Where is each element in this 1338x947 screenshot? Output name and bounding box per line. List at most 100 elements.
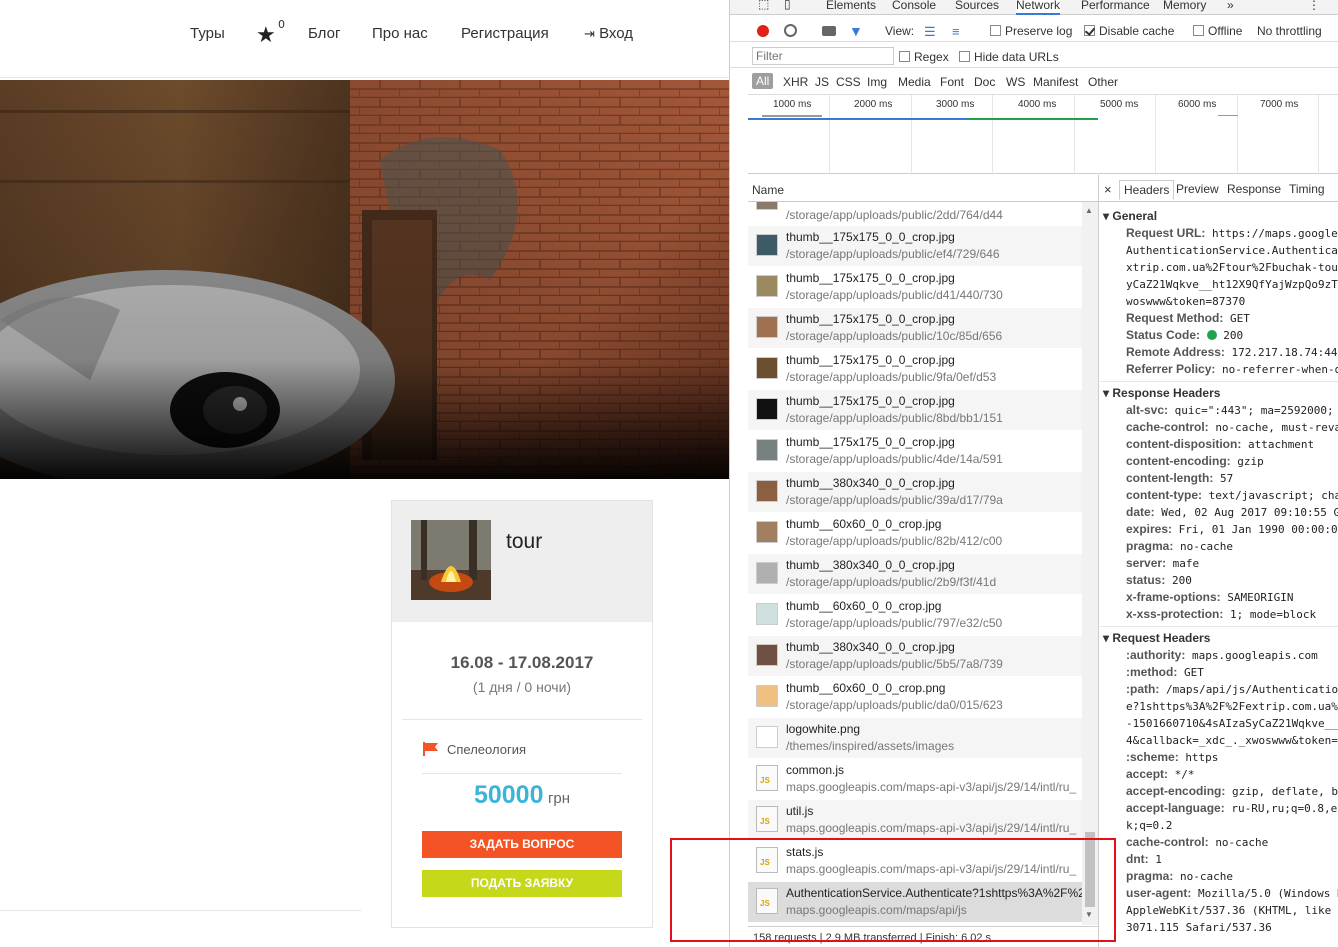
image-thumbnail-icon [756,316,778,338]
list-item[interactable]: thumb__380x340_0_0_crop.jpg/storage/app/… [748,554,1082,595]
list-item[interactable]: JS common.js maps.googleapis.com/maps-api-… [748,759,1082,800]
pane-divider[interactable] [1098,175,1099,947]
throttling-select[interactable]: No throttling [1257,24,1322,38]
offline-checkbox[interactable]: Offline [1193,24,1242,38]
type-media[interactable]: Media [898,75,931,89]
status-code: Status Code: 200 [1126,328,1244,342]
type-all[interactable]: All [752,73,774,89]
type-font[interactable]: Font [940,75,964,89]
large-rows-icon[interactable]: ☰ [924,24,936,40]
list-item[interactable]: thumb__380x340_0_0_crop.jpg/storage/app/… [748,636,1082,677]
divider [0,910,361,911]
hide-data-urls-checkbox[interactable]: Hide data URLs [959,50,1059,64]
request-path: /storage/app/uploads/public/d41/440/730 [786,288,1003,302]
image-thumbnail-icon [756,439,778,461]
request-headers-toggle[interactable]: ▾ Request Headers [1100,630,1338,647]
apply-button[interactable]: ПОДАТЬ ЗАЯВКУ [422,870,622,897]
type-doc[interactable]: Doc [974,75,995,89]
type-manifest[interactable]: Manifest [1033,75,1078,89]
list-item[interactable]: thumb__60x60_0_0_crop.jpg/storage/app/up… [748,513,1082,554]
favorites-star-icon[interactable]: ★ [256,23,276,48]
type-img[interactable]: Img [867,75,887,89]
header-row: dnt: 1 [1126,852,1162,866]
tab-elements[interactable]: Elements [826,0,876,12]
filter-icon[interactable]: ▼ [849,23,863,39]
request-url-cont: xtrip.com.ua%2Ftour%2Fbuchak-tou [1126,261,1338,274]
nav-about-link[interactable]: Про нас [372,25,428,42]
list-item[interactable]: thumb__175x175_0_0_crop.jpg/storage/app/… [748,226,1082,267]
list-item[interactable]: JS util.js maps.googleapis.com/maps-api-v3… [748,800,1082,841]
nav-login-link[interactable]: ⇥ Вход [584,25,633,42]
type-ws[interactable]: WS [1006,75,1025,89]
device-toggle-icon[interactable]: ▯ [784,0,791,11]
campfire-image [411,520,491,600]
tab-console[interactable]: Console [892,0,936,12]
list-item[interactable]: thumb__175x175_0_0_crop.jpg/storage/app/… [748,267,1082,308]
nav-tours-link[interactable]: Туры [190,25,225,42]
tour-thumbnail[interactable] [411,520,491,600]
name-column-header[interactable]: Name [752,183,784,197]
list-item[interactable]: thumb__60x60_0_0_crop.png/storage/app/up… [748,677,1082,718]
inspect-icon[interactable]: ⬚ [758,0,769,11]
capture-screenshot-icon[interactable] [822,26,836,36]
type-other[interactable]: Other [1088,75,1118,89]
type-xhr[interactable]: XHR [783,75,808,89]
request-path: /storage/app/uploads/public/4de/14a/591 [786,452,1003,466]
header-row: x-xss-protection: 1; mode=block [1126,607,1317,621]
list-item[interactable]: /storage/app/uploads/public/2dd/764/d44 [748,202,1082,222]
header-row: 4&callback=_xdc_._xwoswww&token=8 [1126,734,1338,747]
list-item[interactable]: thumb__175x175_0_0_crop.jpg/storage/app/… [748,431,1082,472]
tab-performance[interactable]: Performance [1081,0,1150,12]
tab-memory[interactable]: Memory [1163,0,1206,12]
clear-icon[interactable] [784,24,797,37]
timeline-overview[interactable]: 1000 ms 2000 ms 3000 ms 4000 ms 5000 ms … [748,94,1338,175]
close-detail-icon[interactable]: × [1104,182,1112,197]
tour-title[interactable]: tour [506,530,542,554]
list-item[interactable]: logowhite.png/themes/inspired/assets/ima… [748,718,1082,759]
image-thumbnail-icon [756,234,778,256]
preserve-log-checkbox[interactable]: Preserve log [990,24,1072,38]
nav-register-link[interactable]: Регистрация [461,25,549,42]
type-js[interactable]: JS [815,75,829,89]
header-row: status: 200 [1126,573,1192,587]
more-tabs-icon[interactable]: » [1227,0,1234,12]
tab-preview[interactable]: Preview [1176,182,1219,196]
nav-blog-link[interactable]: Блог [308,25,340,42]
tour-card-header: tour [392,501,652,622]
header-row: :authority: maps.googleapis.com [1126,648,1318,662]
divider [402,719,642,720]
nav-login-label: Вход [599,25,634,42]
tab-network[interactable]: Network [1016,0,1061,15]
tour-category[interactable]: Спелеология [447,742,526,757]
regex-checkbox[interactable]: Regex [899,50,949,64]
record-icon[interactable] [757,25,769,37]
general-section-toggle[interactable]: ▾ General [1100,208,1338,225]
tab-timing[interactable]: Timing [1289,182,1325,196]
response-headers-toggle[interactable]: ▾ Response Headers [1100,385,1338,402]
website-viewport: Туры ★ 0 Блог Про нас Регистрация ⇥ Вход [0,0,729,947]
tab-headers[interactable]: Headers [1119,180,1175,200]
list-item[interactable]: thumb__380x340_0_0_crop.jpg/storage/app/… [748,472,1082,513]
tab-response[interactable]: Response [1227,182,1281,196]
favorites-count: 0 [278,18,285,31]
list-item[interactable]: thumb__60x60_0_0_crop.jpg/storage/app/up… [748,595,1082,636]
list-item[interactable]: thumb__175x175_0_0_crop.jpg/storage/app/… [748,349,1082,390]
request-name: common.js [786,763,845,777]
tab-sources[interactable]: Sources [955,0,999,12]
list-item[interactable]: thumb__175x175_0_0_crop.jpg/storage/app/… [748,308,1082,349]
timeline-tick: 3000 ms [936,99,975,110]
request-list-scrollbar[interactable]: ▲ ▼ [1082,202,1098,925]
filter-input[interactable] [752,47,894,65]
request-name: thumb__175x175_0_0_crop.jpg [786,435,955,449]
menu-kebab-icon[interactable]: ⋮ [1308,0,1320,12]
js-file-icon: JS [756,765,778,791]
disable-cache-checkbox[interactable]: Disable cache [1084,24,1174,38]
request-name: thumb__60x60_0_0_crop.jpg [786,517,942,531]
header-row: pragma: no-cache [1126,869,1233,883]
type-css[interactable]: CSS [836,75,861,89]
divider [422,773,622,774]
overview-icon[interactable]: ≡ [952,24,960,39]
ask-question-button[interactable]: ЗАДАТЬ ВОПРОС [422,831,622,858]
request-headers-list: :authority: maps.googleapis.com:method: … [1100,647,1338,936]
list-item[interactable]: thumb__175x175_0_0_crop.jpg/storage/app/… [748,390,1082,431]
